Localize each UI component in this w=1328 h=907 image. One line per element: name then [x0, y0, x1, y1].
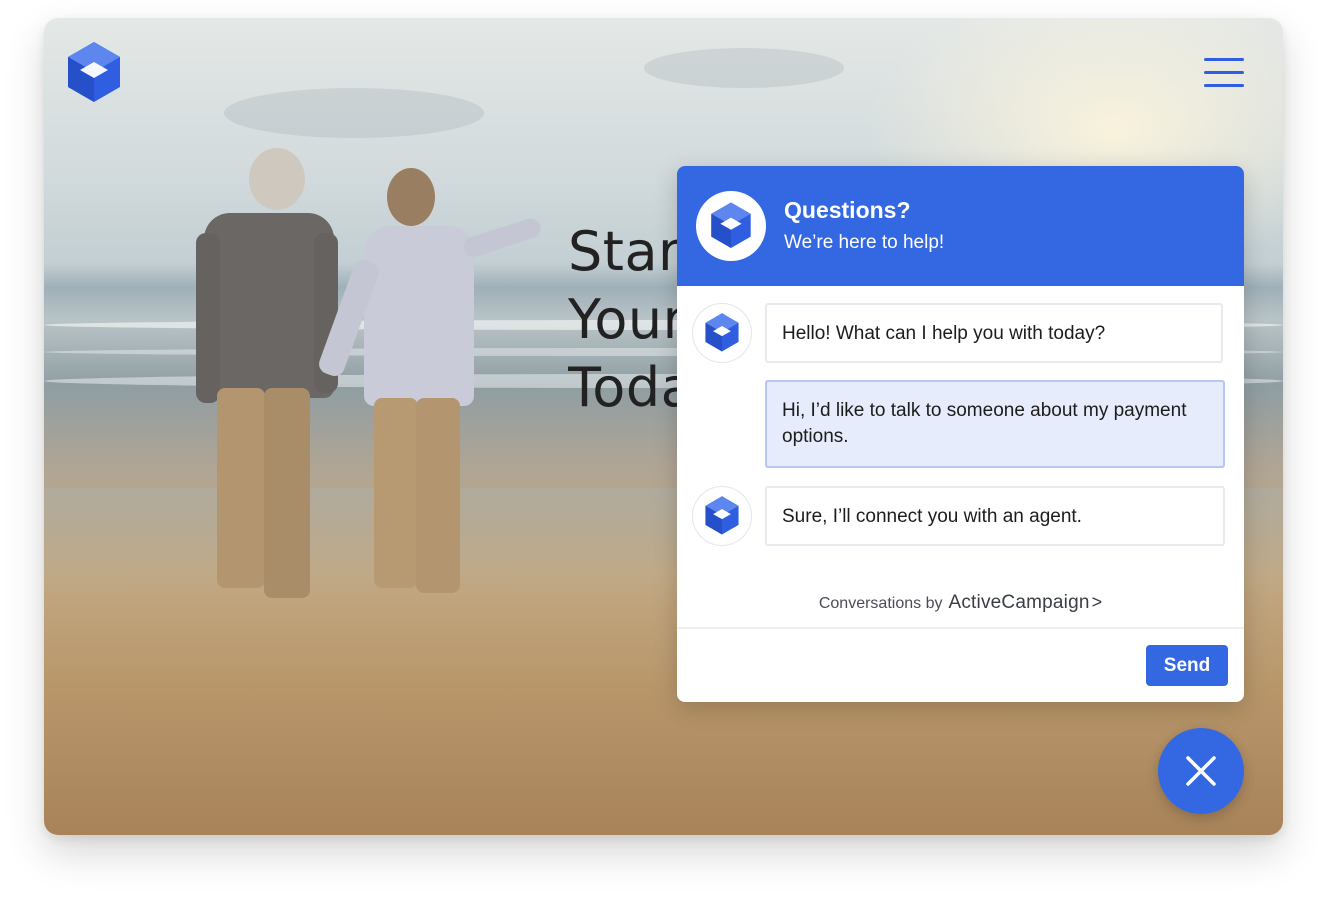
chat-title: Questions?: [784, 197, 911, 223]
message-input[interactable]: [693, 640, 1143, 688]
bot-avatar: [692, 303, 752, 363]
chat-widget: Questions? We’re here to help! Hello! Wh…: [677, 166, 1244, 702]
chevron-right-icon: >: [1091, 592, 1103, 612]
cloud: [644, 48, 844, 88]
cube-logo-icon: [705, 496, 739, 535]
chat-header-avatar: [696, 191, 766, 261]
hamburger-menu-icon[interactable]: [1204, 58, 1244, 90]
divider: [677, 627, 1244, 629]
bot-avatar: [692, 486, 752, 546]
chat-header: Questions? We’re here to help!: [677, 166, 1244, 286]
close-icon: [1186, 756, 1216, 786]
cube-logo-icon[interactable]: [66, 40, 122, 106]
cube-logo-icon: [705, 313, 739, 352]
bot-message: Hello! What can I help you with today?: [765, 303, 1223, 363]
bot-message: Sure, I’ll connect you with an agent.: [765, 486, 1225, 546]
cube-logo-icon: [711, 202, 751, 248]
close-chat-button[interactable]: [1158, 728, 1244, 814]
cloud: [224, 88, 484, 138]
powered-by-label: Conversations by: [818, 595, 943, 612]
chat-subtitle: We’re here to help!: [784, 232, 945, 253]
user-message: Hi, I’d like to talk to someone about my…: [765, 380, 1225, 468]
send-button[interactable]: Send: [1146, 645, 1228, 686]
powered-by[interactable]: Conversations by ActiveCampaign >: [677, 592, 1244, 614]
brand-link[interactable]: ActiveCampaign: [948, 592, 1089, 613]
